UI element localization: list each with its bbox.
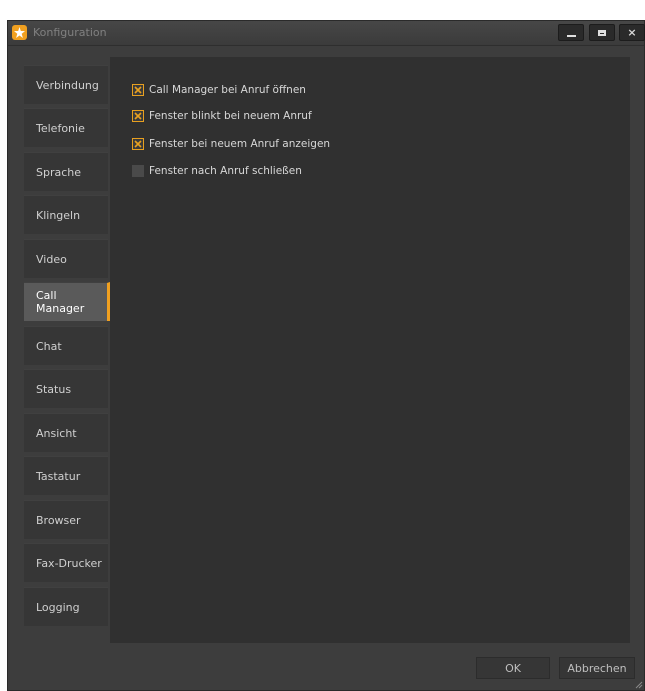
option-open-call-manager[interactable]: Call Manager bei Anruf öffnen: [132, 83, 306, 97]
checkbox-checked-icon[interactable]: [132, 138, 144, 150]
sidebar-item-label: Logging: [36, 600, 80, 614]
close-icon: ×: [627, 26, 637, 39]
sidebar-item-chat[interactable]: Chat: [24, 326, 108, 365]
sidebar-item-logging[interactable]: Logging: [24, 587, 108, 626]
sidebar-item-label: Status: [36, 382, 72, 396]
sidebar-item-video[interactable]: Video: [24, 239, 108, 278]
title-bar[interactable]: Konfiguration ×: [8, 21, 645, 46]
maximize-icon: [598, 29, 606, 36]
option-label: Fenster nach Anruf schließen: [149, 165, 302, 177]
sidebar-item-label: Video: [36, 252, 67, 266]
checkbox-checked-icon[interactable]: [132, 84, 144, 96]
sidebar-item-label: Verbindung: [36, 78, 99, 92]
checkbox-unchecked-icon[interactable]: [132, 165, 144, 177]
sidebar-item-klingeln[interactable]: Klingeln: [24, 195, 108, 234]
close-button[interactable]: ×: [619, 24, 645, 41]
sidebar-item-ansicht[interactable]: Ansicht: [24, 413, 108, 452]
cancel-button[interactable]: Abbrechen: [559, 657, 635, 679]
minimize-button[interactable]: [558, 24, 584, 41]
sidebar-item-label: Sprache: [36, 165, 82, 179]
config-window: Konfiguration × Verbindung Telefonie Spr…: [7, 20, 645, 691]
window-title: Konfiguration: [33, 26, 107, 39]
sidebar-item-label: Browser: [36, 513, 81, 527]
sidebar-item-verbindung[interactable]: Verbindung: [24, 65, 108, 104]
sidebar-item-label: Ansicht: [36, 426, 77, 440]
sidebar-item-sprache[interactable]: Sprache: [24, 152, 108, 191]
sidebar-item-fax-drucker[interactable]: Fax-Drucker: [24, 543, 108, 582]
option-label: Fenster bei neuem Anruf anzeigen: [149, 138, 331, 150]
sidebar-item-label: Call Manager: [36, 289, 85, 315]
sidebar-item-label: Tastatur: [36, 469, 81, 483]
sidebar-item-browser[interactable]: Browser: [24, 500, 108, 539]
settings-panel: Call Manager bei Anruf öffnen Fenster bl…: [110, 57, 630, 643]
app-logo-icon: [12, 25, 27, 40]
sidebar-item-tastatur[interactable]: Tastatur: [24, 456, 108, 495]
minimize-icon: [566, 34, 576, 37]
sidebar-item-label: Fax-Drucker: [36, 556, 102, 570]
option-show-window[interactable]: Fenster bei neuem Anruf anzeigen: [132, 137, 330, 151]
checkbox-checked-icon[interactable]: [132, 110, 144, 122]
sidebar-item-label: Klingeln: [36, 208, 81, 222]
sidebar-item-label: Chat: [36, 339, 62, 353]
sidebar-item-telefonie[interactable]: Telefonie: [24, 108, 108, 147]
sidebar-item-label: Telefonie: [36, 121, 85, 135]
option-close-window[interactable]: Fenster nach Anruf schließen: [132, 164, 302, 178]
option-label: Fenster blinkt bei neuem Anruf: [149, 110, 312, 122]
sidebar-item-status[interactable]: Status: [24, 369, 108, 408]
option-window-blink[interactable]: Fenster blinkt bei neuem Anruf: [132, 109, 312, 123]
maximize-button[interactable]: [589, 24, 615, 41]
ok-button[interactable]: OK: [476, 657, 550, 679]
option-label: Call Manager bei Anruf öffnen: [149, 84, 306, 96]
resize-grip-icon[interactable]: [635, 681, 643, 689]
sidebar-item-call-manager[interactable]: Call Manager: [24, 282, 110, 321]
